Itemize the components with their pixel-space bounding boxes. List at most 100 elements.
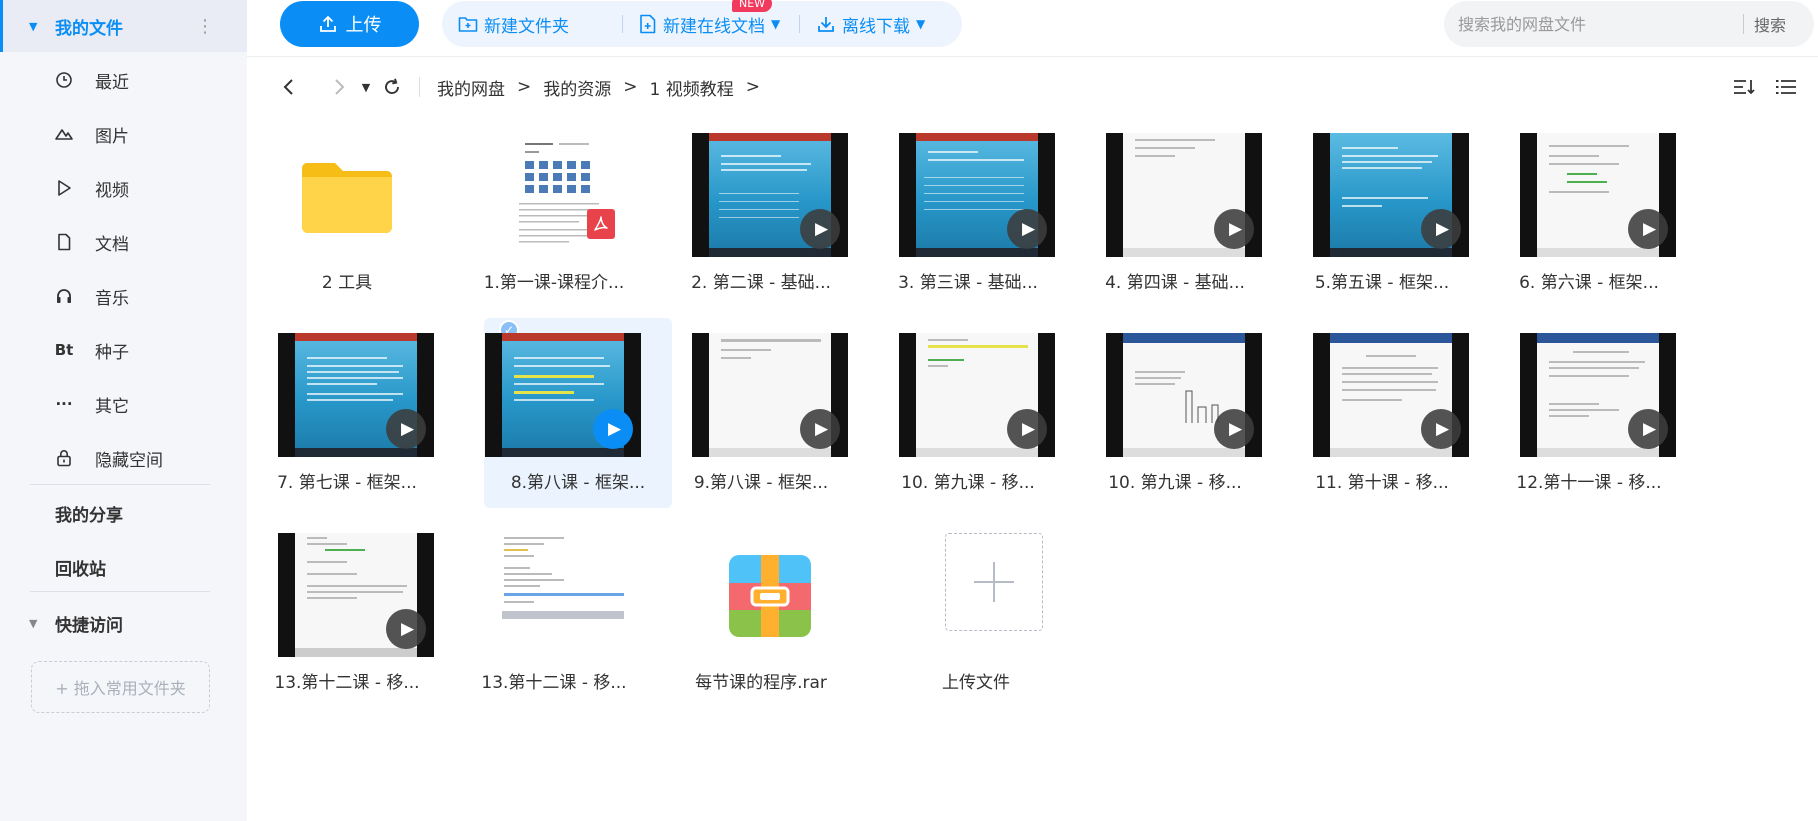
- new-doc-icon: [640, 14, 656, 34]
- grid-item-video[interactable]: ▶ 6. 第六课 - 框架...: [1494, 118, 1684, 308]
- collapse-triangle-icon[interactable]: ▼: [29, 20, 37, 33]
- new-folder-icon: [458, 17, 478, 32]
- drop-favorite-folder-zone[interactable]: + 拖入常用文件夹: [31, 661, 210, 713]
- sidebar-recycle-bin-label: 回收站: [55, 559, 106, 580]
- play-icon[interactable]: ▶: [800, 209, 840, 249]
- breadcrumb-item[interactable]: 1 视频教程: [650, 75, 734, 100]
- grid-item-video[interactable]: ▶ 2. 第二课 - 基础...: [666, 118, 856, 308]
- play-icon[interactable]: ▶: [1007, 209, 1047, 249]
- sidebar-item-images[interactable]: 图片: [0, 110, 247, 158]
- sidebar-item-label: 其它: [95, 396, 129, 417]
- breadcrumb-item[interactable]: 我的资源: [543, 75, 611, 100]
- video-thumbnail: ▶: [899, 133, 1055, 257]
- video-thumbnail: ▶: [1106, 333, 1262, 457]
- grid-item-pdf[interactable]: 1.第一课-课程介...: [459, 118, 649, 308]
- sidebar-my-files[interactable]: ▼ 我的文件 ⋮: [0, 0, 247, 52]
- play-icon[interactable]: ▶: [386, 609, 426, 649]
- play-icon[interactable]: ▶: [800, 409, 840, 449]
- offline-download-label: 离线下载: [842, 16, 910, 37]
- file-name: 5.第五课 - 框架...: [1314, 273, 1450, 293]
- video-thumbnail: ▶: [692, 133, 848, 257]
- more-options-icon[interactable]: ⋮: [196, 16, 214, 37]
- file-name: 1.第一课-课程介...: [483, 273, 625, 293]
- list-view-icon: [1776, 80, 1796, 94]
- headphones-icon: [53, 285, 75, 307]
- play-icon[interactable]: ▶: [1214, 209, 1254, 249]
- breadcrumb-separator: >: [745, 77, 760, 97]
- grid-item-archive[interactable]: 每节课的程序.rar: [666, 518, 856, 708]
- play-icon[interactable]: ▶: [1214, 409, 1254, 449]
- sidebar-item-others[interactable]: ··· 其它: [0, 380, 247, 428]
- play-icon[interactable]: ▶: [1421, 209, 1461, 249]
- play-icon[interactable]: ▶: [1628, 209, 1668, 249]
- grid-item-video-selected[interactable]: ✓ ▶ 8.第八课 - 框架...: [484, 318, 672, 508]
- grid-item-folder[interactable]: 2 工具: [252, 118, 442, 308]
- caret-down-icon: ▼: [361, 80, 371, 94]
- offline-download-button[interactable]: 离线下载 ▼: [816, 1, 925, 47]
- grid-item-video[interactable]: ▶ 3. 第三课 - 基础...: [873, 118, 1063, 308]
- grid-item-video[interactable]: ▶ 9.第八课 - 框架...: [666, 318, 856, 508]
- sidebar-item-documents[interactable]: 文档: [0, 218, 247, 266]
- grid-item-video[interactable]: ▶ 7. 第七课 - 框架...: [252, 318, 442, 508]
- new-folder-button[interactable]: 新建文件夹: [458, 1, 569, 47]
- bt-icon: Bt: [54, 341, 74, 359]
- archive-thumbnail: [692, 533, 848, 657]
- breadcrumb-separator: >: [517, 77, 532, 97]
- grid-item-video[interactable]: ▶ 12.第十一课 - 移...: [1494, 318, 1684, 508]
- play-icon[interactable]: ▶: [1628, 409, 1668, 449]
- toolbar-separator: [622, 15, 623, 33]
- search-input[interactable]: [1458, 1, 1738, 47]
- history-dropdown-button[interactable]: ▼: [355, 66, 377, 108]
- sidebar-item-videos[interactable]: 视频: [0, 164, 247, 212]
- lock-icon: [53, 447, 75, 469]
- sort-icon: [1734, 80, 1755, 95]
- sidebar-item-torrents[interactable]: Bt 种子: [0, 326, 247, 374]
- search-box: 搜索: [1444, 1, 1814, 47]
- image-thumbnail: [485, 533, 641, 657]
- grid-item-video[interactable]: ▶ 13.第十二课 - 移...: [252, 518, 442, 708]
- play-icon[interactable]: ▶: [1421, 409, 1461, 449]
- sidebar-divider: [30, 484, 210, 485]
- folder-icon: [302, 163, 392, 233]
- refresh-icon: [385, 78, 399, 94]
- grid-item-video[interactable]: ▶ 4. 第四课 - 基础...: [1080, 118, 1270, 308]
- sidebar-item-hidden-space[interactable]: 隐藏空间: [0, 434, 247, 482]
- play-icon[interactable]: ▶: [386, 409, 426, 449]
- grid-item-video[interactable]: ▶ 10. 第九课 - 移...: [1080, 318, 1270, 508]
- video-icon: [53, 177, 75, 199]
- file-name: 2. 第二课 - 基础...: [691, 273, 831, 293]
- video-thumbnail: ▶: [485, 333, 641, 457]
- file-name: 9.第八课 - 框架...: [693, 473, 829, 493]
- sidebar-item-label: 文档: [95, 234, 129, 255]
- search-button[interactable]: 搜索: [1754, 1, 1786, 47]
- new-folder-label: 新建文件夹: [484, 16, 569, 37]
- sidebar-item-label: 种子: [95, 342, 129, 363]
- grid-item-video[interactable]: ▶ 11. 第十课 - 移...: [1287, 318, 1477, 508]
- list-view-button[interactable]: [1771, 66, 1801, 108]
- upload-button[interactable]: 上传: [280, 1, 419, 47]
- sidebar-item-recent[interactable]: 最近: [0, 56, 247, 104]
- back-button[interactable]: [274, 66, 304, 108]
- sidebar-item-music[interactable]: 音乐: [0, 272, 247, 320]
- collapse-triangle-icon[interactable]: ▼: [29, 617, 37, 630]
- sort-button[interactable]: [1729, 66, 1759, 108]
- upload-file-tile[interactable]: 上传文件: [873, 518, 1063, 708]
- sidebar-item-label: 音乐: [95, 288, 129, 309]
- play-icon[interactable]: ▶: [593, 409, 633, 449]
- sidebar-recycle-bin[interactable]: 回收站: [0, 541, 247, 593]
- file-name: 10. 第九课 - 移...: [1108, 473, 1242, 493]
- rar-archive-icon: [729, 555, 811, 637]
- grid-item-image[interactable]: 13.第十二课 - 移...: [459, 518, 649, 708]
- grid-item-video[interactable]: ▶ 5.第五课 - 框架...: [1287, 118, 1477, 308]
- grid-item-video[interactable]: ▶ 10. 第九课 - 移...: [873, 318, 1063, 508]
- toolbar-separator: [799, 15, 800, 33]
- play-icon[interactable]: ▶: [1007, 409, 1047, 449]
- plus-icon[interactable]: [945, 533, 1043, 631]
- forward-button[interactable]: [324, 66, 354, 108]
- refresh-button[interactable]: [377, 66, 407, 108]
- chevron-left-icon: [283, 79, 293, 95]
- pdf-thumbnail: [485, 133, 641, 257]
- breadcrumb-item[interactable]: 我的网盘: [437, 75, 505, 100]
- sidebar-quick-access[interactable]: ▼ 快捷访问: [0, 597, 247, 649]
- sidebar-my-share[interactable]: 我的分享: [0, 487, 247, 539]
